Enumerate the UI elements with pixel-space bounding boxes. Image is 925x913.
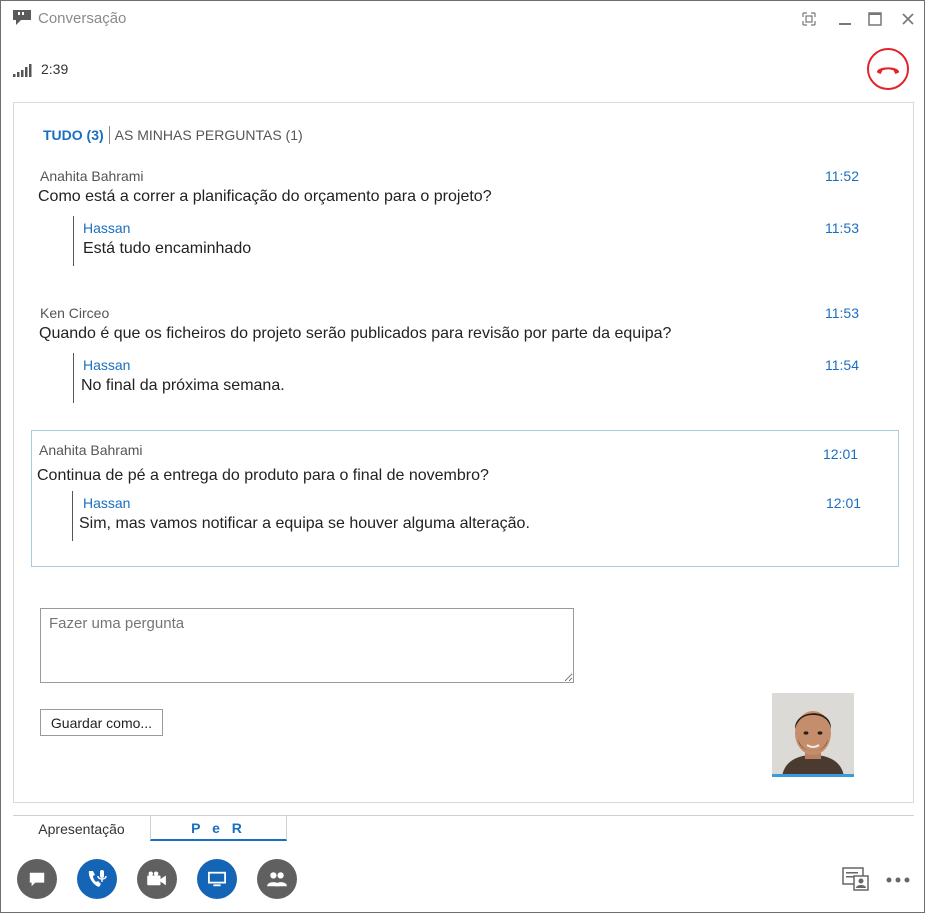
signal-strength-icon xyxy=(13,63,35,77)
video-icon xyxy=(147,871,166,886)
question-time: 11:52 xyxy=(825,168,859,184)
title-bar: Conversação xyxy=(1,1,924,37)
reply-time: 12:01 xyxy=(826,495,862,511)
reply-divider xyxy=(73,216,74,266)
call-duration: 2:39 xyxy=(41,61,69,77)
ask-question-input[interactable] xyxy=(40,608,574,683)
question-time: 11:53 xyxy=(825,305,859,321)
presenter-video-avatar xyxy=(772,693,854,777)
call-mic-icon xyxy=(88,870,107,887)
question-author: Anahita Bahrami xyxy=(40,168,144,184)
call-controls-button[interactable] xyxy=(77,859,117,899)
reply-divider xyxy=(72,491,73,541)
tab-presentation[interactable]: Apresentação xyxy=(13,816,150,841)
content-tabs: Apresentação P e R xyxy=(13,815,914,841)
reply-author: Hassan xyxy=(83,495,131,511)
chat-button[interactable] xyxy=(17,859,57,899)
tab-all-questions[interactable]: TUDO (3) xyxy=(43,127,104,143)
reply-divider xyxy=(73,353,74,403)
contact-card-icon xyxy=(842,867,869,891)
question-text: Continua de pé a entrega do produto para… xyxy=(37,467,489,484)
reply-text: Sim, mas vamos notificar a equipa se hou… xyxy=(79,515,530,532)
question-text: Como está a correr a planificação do orç… xyxy=(38,188,492,205)
video-button[interactable] xyxy=(137,859,177,899)
question-author: Anahita Bahrami xyxy=(39,442,143,458)
conversation-icon xyxy=(12,9,32,27)
reply-time: 11:53 xyxy=(825,220,859,236)
contact-card-button[interactable] xyxy=(842,866,870,897)
compact-view-icon[interactable] xyxy=(799,9,819,29)
question-item-selected[interactable] xyxy=(31,430,899,567)
more-options-button[interactable] xyxy=(885,871,911,889)
reply-text: Está tudo encaminhado xyxy=(83,240,252,257)
minimize-icon[interactable] xyxy=(835,9,855,29)
qa-filter-tabs: TUDO (3) AS MINHAS PERGUNTAS (1) xyxy=(43,126,303,144)
avatar-active-indicator xyxy=(772,774,854,777)
question-time: 12:01 xyxy=(823,446,859,462)
tab-qa[interactable]: P e R xyxy=(150,816,287,841)
tab-divider xyxy=(108,126,110,144)
present-icon xyxy=(208,871,226,887)
hang-up-icon xyxy=(876,66,900,74)
hang-up-button[interactable] xyxy=(867,48,909,90)
participants-icon xyxy=(267,872,287,887)
reply-time: 11:54 xyxy=(825,357,859,373)
save-as-button[interactable]: Guardar como... xyxy=(40,709,163,736)
tab-my-questions[interactable]: AS MINHAS PERGUNTAS (1) xyxy=(115,127,303,143)
more-options-icon xyxy=(886,877,910,883)
question-text: Quando é que os ficheiros do projeto ser… xyxy=(39,325,672,342)
reply-author: Hassan xyxy=(83,357,131,373)
qa-panel: TUDO (3) AS MINHAS PERGUNTAS (1) Anahita… xyxy=(13,102,914,803)
question-author: Ken Circeo xyxy=(40,305,110,321)
participants-button[interactable] xyxy=(257,859,297,899)
close-icon[interactable] xyxy=(898,9,918,29)
maximize-icon[interactable] xyxy=(865,9,885,29)
window-title: Conversação xyxy=(38,10,127,27)
conversation-window: Conversação 2:39 TUDO (3) AS MINHAS PERG… xyxy=(0,0,925,913)
present-button[interactable] xyxy=(197,859,237,899)
chat-icon xyxy=(29,872,45,887)
reply-author: Hassan xyxy=(83,220,131,236)
reply-text: No final da próxima semana. xyxy=(81,377,285,394)
